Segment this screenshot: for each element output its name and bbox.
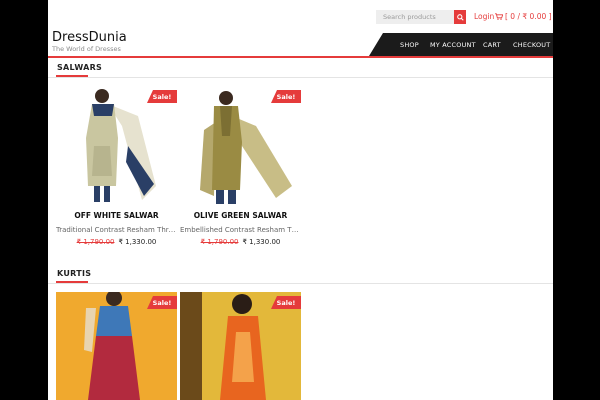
section-rule [48,283,553,284]
site-tagline: The World of Dresses [52,45,121,53]
section-title-kurtis: KURTIS [57,269,92,278]
cart-icon [495,13,503,20]
salwar-off-white-image [56,86,177,207]
search-input[interactable]: Search products [376,10,466,24]
product-name[interactable]: OFF WHITE SALWAR [56,211,177,220]
search-icon [456,13,464,21]
sale-price: ₹ 1,330.00 [242,238,281,246]
product-card[interactable]: Sale! OLIVE GREEN SALWAR Embellished Con… [180,86,301,246]
nav-checkout[interactable]: CHECKOUT [513,41,550,49]
main-nav: SHOP MY ACCOUNT CART CHECKOUT [369,33,553,56]
product-price: ₹ 1,790.00 ₹ 1,330.00 [180,238,301,246]
brand-logo[interactable]: DressDunia [52,30,127,45]
old-price: ₹ 1,790.00 [200,238,239,246]
section-rule [48,77,553,78]
header-divider [48,56,553,58]
page: Search products Login [ 0 / ₹ 0.00 ] Dre… [48,0,553,400]
product-name[interactable]: OLIVE GREEN SALWAR [180,211,301,220]
product-price: ₹ 1,790.00 ₹ 1,330.00 [56,238,177,246]
salwar-olive-green-image [180,86,301,207]
nav-cart[interactable]: CART [483,41,501,49]
old-price: ₹ 1,790.00 [76,238,115,246]
product-card[interactable]: Sale! OFF WHITE SALWAR Traditional Contr… [56,86,177,246]
product-description: Embellished Contrast Resham Thr... [180,226,301,234]
search-button[interactable] [454,10,466,24]
cart-summary-text: [ 0 / ₹ 0.00 ] [505,12,552,21]
product-image[interactable]: Sale! [180,292,301,400]
product-image[interactable]: Sale! [56,292,177,400]
login-link[interactable]: Login [474,12,494,21]
cart-summary-link[interactable]: [ 0 / ₹ 0.00 ] [495,12,552,21]
product-image[interactable]: Sale! [56,86,177,207]
product-image[interactable]: Sale! [180,86,301,207]
nav-my-account[interactable]: MY ACCOUNT [430,41,476,49]
nav-shop[interactable]: SHOP [400,41,419,49]
sale-price: ₹ 1,330.00 [118,238,157,246]
section-title-salwars: SALWARS [57,63,103,72]
product-card[interactable]: Sale! [56,292,177,400]
product-card[interactable]: Sale! [180,292,301,400]
product-description: Traditional Contrast Resham Thre... [56,226,177,234]
